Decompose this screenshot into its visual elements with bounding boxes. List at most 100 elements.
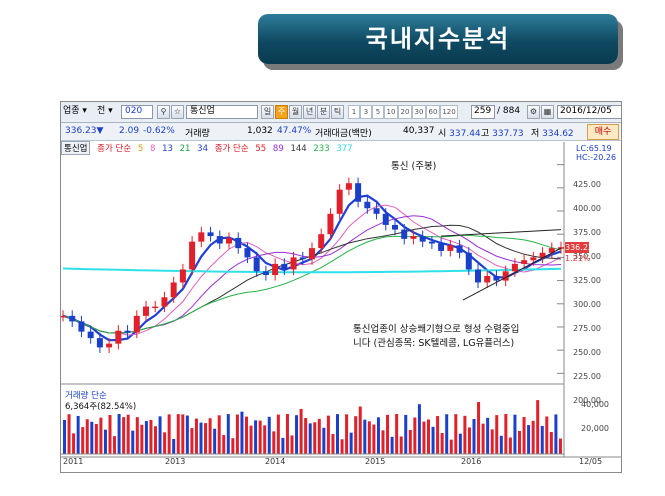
candle-body: [438, 243, 445, 251]
volume-bar: [481, 423, 485, 454]
candle-body: [179, 269, 186, 283]
volume-bar: [367, 421, 371, 454]
volume-bar: [463, 415, 467, 454]
volume-bar: [144, 421, 148, 454]
candle-body: [115, 330, 122, 344]
volume-bar: [295, 415, 299, 454]
candle-body: [327, 213, 334, 235]
volume-bar: [226, 414, 230, 454]
volume-bar: [354, 416, 358, 454]
volume-bar: [231, 438, 235, 454]
date-2014: 2014: [265, 457, 286, 466]
tick-375: 375.00: [573, 228, 601, 237]
candle-body: [428, 241, 435, 244]
volume-bar: [208, 418, 212, 454]
volume-bar: [322, 427, 326, 454]
candle-body: [392, 224, 398, 230]
volume-bar: [299, 409, 303, 454]
volume-bar: [508, 437, 512, 454]
candle-body: [382, 213, 389, 225]
candle-body: [530, 257, 537, 261]
tick-300: 300.00: [573, 300, 601, 309]
volume-bar: [449, 439, 453, 454]
volume-bar: [245, 416, 248, 454]
volume-bar: [167, 414, 171, 454]
annotation-line-2: 니다 (관심종목: SK텔레콤, LG유플러스): [353, 338, 515, 349]
volume-bar: [108, 415, 112, 454]
volume-bar: [258, 420, 262, 454]
volume-bar: [522, 416, 526, 454]
volume-bar: [149, 419, 153, 454]
volume-bar: [376, 417, 380, 454]
volume-bar: [85, 419, 89, 454]
vol-tick-40000: 40,000: [581, 400, 609, 409]
candle-body: [161, 297, 168, 307]
current-price-tag: 336.23: [565, 242, 593, 253]
volume-bar: [272, 431, 276, 454]
volume-bar: [94, 423, 98, 454]
wedge-upper-line: [440, 229, 562, 237]
volume-bar: [72, 433, 76, 454]
candle-body: [401, 229, 408, 239]
candle-body: [133, 315, 140, 333]
volume-bar: [217, 415, 221, 454]
candle-body: [170, 282, 177, 298]
tick-250: 250.00: [573, 348, 601, 357]
volume-bar: [63, 420, 66, 454]
volume-bar: [427, 419, 430, 454]
volume-bar: [436, 416, 440, 454]
volume-bar: [331, 434, 335, 454]
volume-bar: [345, 414, 349, 454]
candle-body: [447, 245, 454, 251]
volume-bar: [281, 437, 285, 454]
volume-bar: [117, 414, 121, 454]
volume-bar: [326, 415, 330, 454]
volume-bar: [290, 435, 294, 454]
candle-body: [465, 252, 472, 270]
candle-body: [475, 269, 481, 283]
volume-bar: [190, 428, 194, 454]
volume-bar: [477, 402, 481, 454]
volume-bar: [363, 419, 367, 454]
chart-window: 업종 ▾ 전 ▾ 020 ⚲ ☆ 통신업 일 주 월 년 분 틱 1 3 5 1…: [60, 101, 622, 473]
candle-body: [281, 263, 288, 270]
candle-body: [484, 275, 491, 283]
candle-body: [345, 183, 352, 190]
volume-bar: [349, 432, 353, 454]
volume-bar: [185, 415, 189, 454]
volume-bar: [81, 427, 85, 454]
volume-bar: [531, 420, 535, 454]
candle-body: [373, 208, 380, 214]
candle-body: [253, 257, 260, 272]
tick-425: 425.00: [573, 180, 601, 189]
title-banner: 국내지수분석: [258, 14, 628, 70]
tick-275: 275.00: [573, 324, 601, 333]
candle-body: [124, 330, 131, 333]
candle-body: [364, 201, 371, 209]
volume-bar: [249, 425, 253, 454]
candle-body: [309, 248, 315, 260]
volume-bar: [199, 422, 203, 454]
volume-bar: [213, 428, 217, 454]
candle-body: [207, 232, 214, 237]
volume-bar: [399, 436, 403, 454]
volume-bar: [386, 414, 390, 454]
date-2011: 2011: [63, 457, 84, 466]
volume-bar: [304, 418, 308, 454]
price-chart[interactable]: [61, 102, 621, 472]
candle-body: [69, 315, 76, 322]
volume-bar: [308, 423, 312, 454]
volume-bar: [417, 404, 421, 454]
volume-bar: [458, 433, 462, 454]
tick-325: 325.00: [573, 276, 601, 285]
volume-bar: [490, 429, 494, 454]
candle-body: [410, 236, 417, 239]
date-2015: 2015: [365, 457, 386, 466]
volume-bar: [90, 421, 94, 454]
volume-bar: [431, 426, 435, 454]
volume-bar: [404, 414, 408, 454]
candle-body: [106, 343, 113, 348]
volume-bar: [172, 438, 176, 454]
candle-body: [143, 306, 149, 316]
volume-bar: [131, 430, 135, 454]
